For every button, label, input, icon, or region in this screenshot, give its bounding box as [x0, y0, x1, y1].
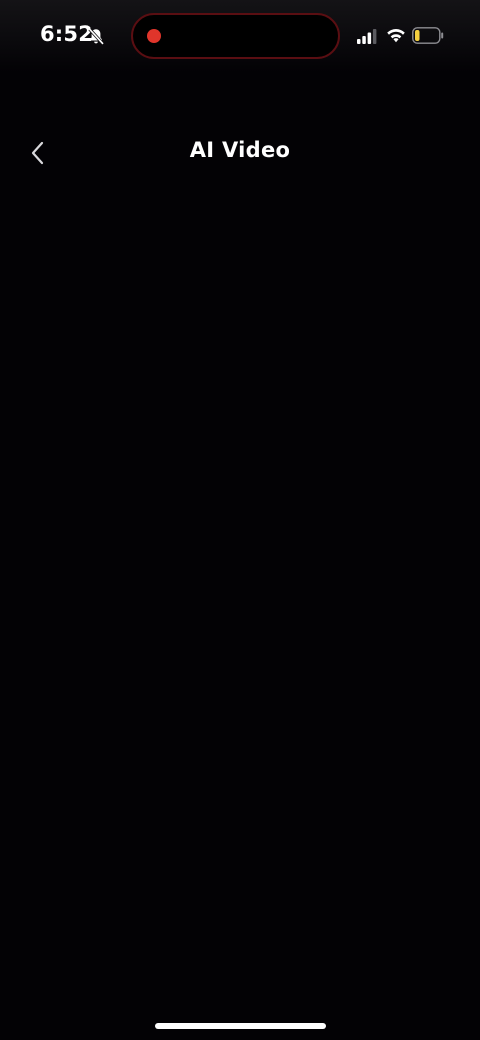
- bell-slash-icon: [88, 28, 104, 45]
- battery-low-icon: [412, 27, 444, 44]
- wifi-icon: [387, 29, 405, 43]
- app-screen: 6:52 AI Video: [0, 0, 480, 1040]
- status-bar: 6:52: [0, 0, 480, 72]
- record-dot-icon: [147, 29, 161, 43]
- status-time: 6:52: [40, 22, 94, 46]
- page-title: AI Video: [189, 138, 291, 162]
- home-indicator[interactable]: [155, 1023, 326, 1029]
- dynamic-island: [131, 13, 340, 59]
- cellular-signal-icon: [357, 29, 377, 44]
- content-area: [0, 190, 480, 990]
- nav-header: AI Video: [0, 122, 480, 182]
